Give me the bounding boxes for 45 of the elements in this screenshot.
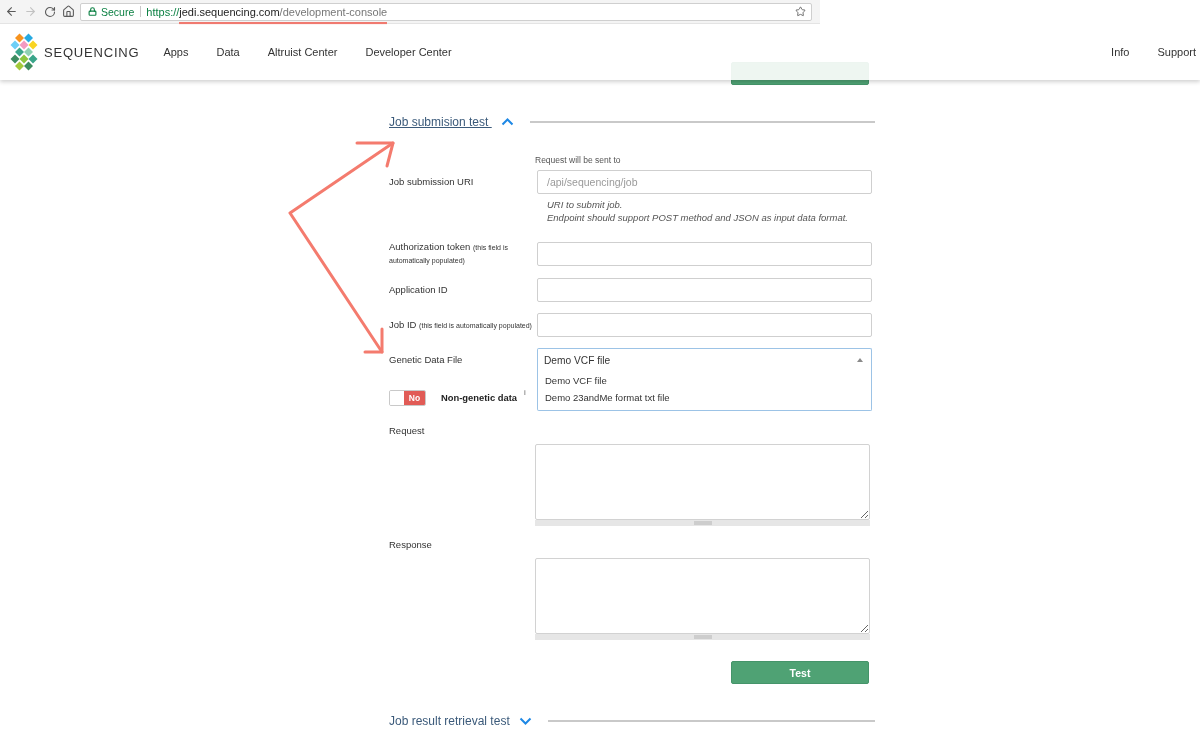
chevron-up-icon[interactable] [500,118,514,126]
dropdown-option[interactable]: Demo VCF file [538,372,871,389]
lock-icon [88,7,97,16]
field-caption: Request will be sent to [535,154,622,166]
chevron-down-icon[interactable] [518,717,532,725]
scrollbar[interactable] [535,520,870,526]
text-area[interactable] [535,558,870,634]
field-label: Application ID [389,284,449,296]
address-bar[interactable]: Secure https://jedi.sequencing.com/development-console [80,2,812,21]
input-field[interactable] [537,313,872,337]
secure-label: Secure [101,5,135,18]
bookmark-star-icon[interactable] [795,6,806,17]
nav-link[interactable]: Altruist Center [267,46,338,58]
reload-icon [43,5,56,18]
forward-arrow-icon [24,5,37,18]
field-label: Response [389,539,432,551]
logo-icon [10,33,38,71]
url-host: jedi.sequencing.com [179,5,280,18]
home-icon [62,5,75,18]
input-field[interactable]: /api/sequencing/job [537,170,872,194]
toggle-label: Non-genetic data [441,392,518,403]
field-label: Job submission URI [389,176,475,188]
nav-link[interactable]: Developer Center [365,46,452,58]
field-hint: Endpoint should support POST method and JSON as input data format. [546,211,849,224]
scrollbar[interactable] [535,634,870,640]
toggle-switch[interactable]: No [389,389,426,406]
brand-name: SEQUENCING [44,44,140,60]
nav-link[interactable]: Info [1111,46,1130,58]
dropdown[interactable]: Demo VCF file [537,348,872,371]
text-area[interactable] [535,444,870,520]
back-arrow-icon [5,5,18,18]
url-scheme: https:// [146,5,180,18]
section-link[interactable]: Job submision test [389,115,492,129]
input-field[interactable] [537,278,872,302]
info-marker[interactable]: i [524,388,526,397]
nav-link[interactable]: Support [1157,46,1196,58]
field-hint: URI to submit job. [546,198,624,211]
url-path: /development-console [279,5,388,18]
field-label: Genetic Data File [389,353,464,366]
nav-link[interactable]: Apps [163,46,189,58]
field-label: Request [389,425,425,437]
dropdown-option[interactable]: Demo 23andMe format txt file [538,389,871,406]
input-field[interactable] [537,242,872,266]
section-link[interactable]: Job result retrieval test [389,714,510,728]
nav-link[interactable]: Data [216,46,240,58]
